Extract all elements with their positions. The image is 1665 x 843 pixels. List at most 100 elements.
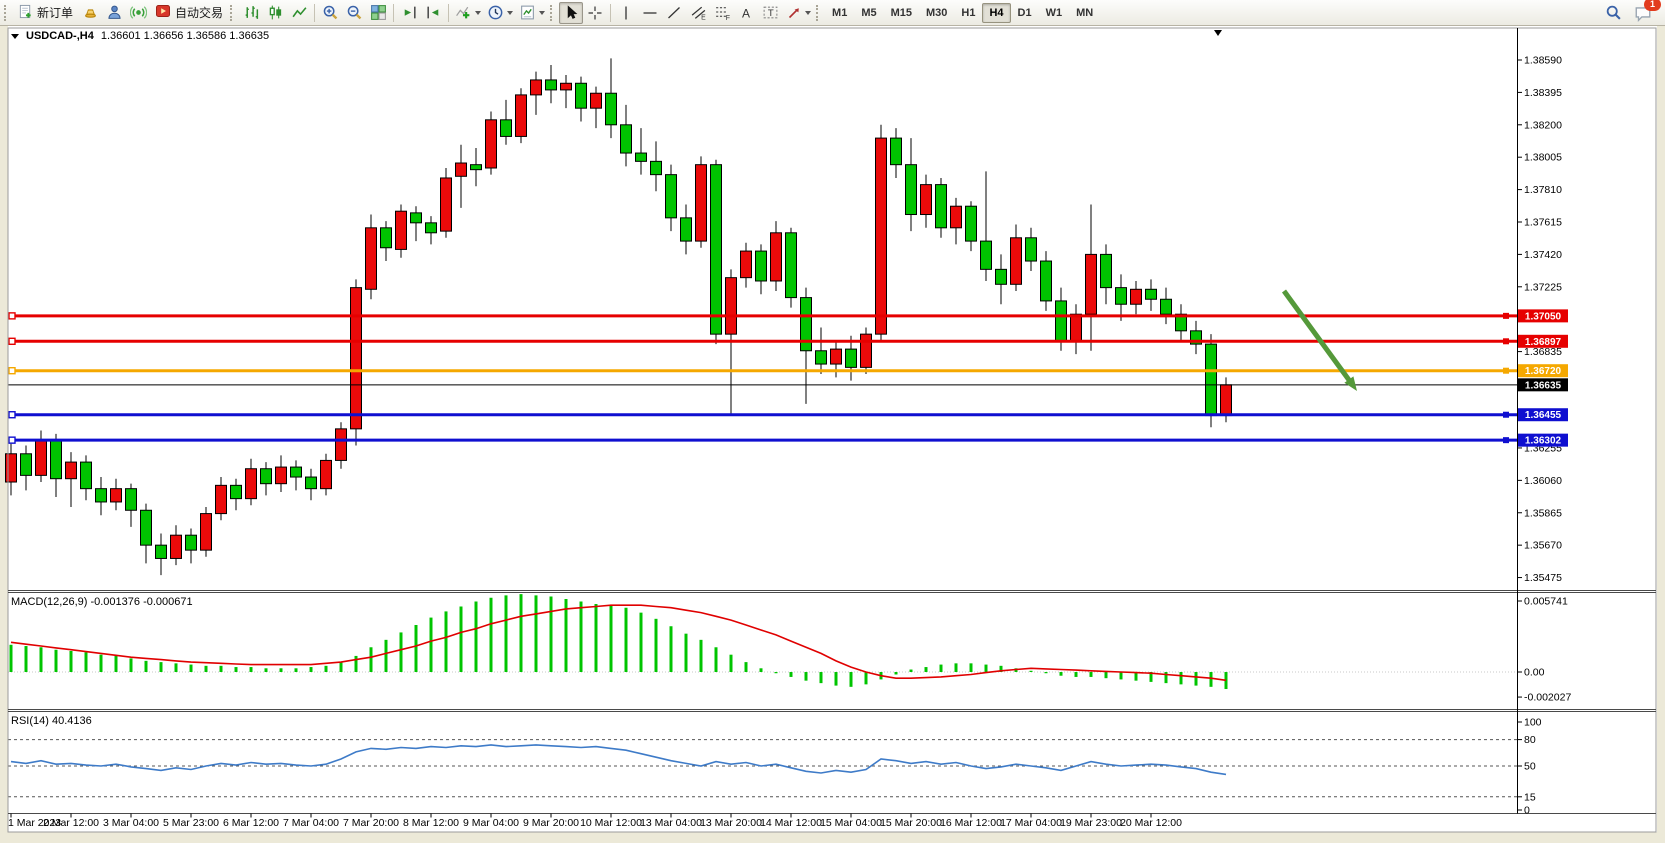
market-button[interactable] <box>78 2 102 24</box>
channel-tool-button[interactable]: E <box>686 2 710 24</box>
price-tick-label: 1.36835 <box>1524 346 1562 358</box>
price-axis-badge-value: 1.36635 <box>1525 380 1562 391</box>
timeframe-H4[interactable]: H4 <box>982 3 1010 23</box>
candle-body <box>1161 299 1172 314</box>
macd-axis-label: 0.00 <box>1524 667 1545 679</box>
zoom-in-button[interactable] <box>318 2 342 24</box>
candlestick-icon <box>267 4 284 21</box>
text-label-tool-button[interactable]: T <box>758 2 782 24</box>
vertical-line-tool-button[interactable] <box>614 2 638 24</box>
time-tick-label: 2 Mar 12:00 <box>43 817 99 829</box>
chevron-down-icon <box>475 11 481 15</box>
tile-windows-icon <box>370 4 387 21</box>
trendline-tool-button[interactable] <box>662 2 686 24</box>
horizontal-line-tool-button[interactable] <box>638 2 662 24</box>
line-chart-mode-button[interactable] <box>287 2 311 24</box>
rsi-axis-label: 100 <box>1524 717 1542 729</box>
time-tick-label: 17 Mar 04:00 <box>1000 817 1062 829</box>
svg-text:T: T <box>767 8 773 19</box>
chart-shift-button[interactable] <box>421 2 445 24</box>
candle-body <box>456 163 467 176</box>
collapse-triangle-icon[interactable] <box>11 34 19 39</box>
line-handle[interactable] <box>9 412 15 418</box>
candle-body <box>846 349 857 367</box>
toolbar-separator <box>448 4 449 22</box>
line-handle[interactable] <box>9 313 15 319</box>
time-tick-label: 15 Mar 04:00 <box>820 817 882 829</box>
text-tool-button[interactable]: A <box>734 2 758 24</box>
candle-body <box>81 462 92 489</box>
macd-axis-label: -0.002027 <box>1524 692 1571 704</box>
candle-body <box>1206 344 1217 415</box>
line-handle[interactable] <box>1503 437 1509 443</box>
timeframe-M15[interactable]: M15 <box>884 3 919 23</box>
chart-title: USDCAD-,H4 1.36601 1.36656 1.36586 1.366… <box>11 30 269 42</box>
auto-scroll-button[interactable] <box>397 2 421 24</box>
candle-body <box>786 233 797 298</box>
timeframe-M1[interactable]: M1 <box>825 3 854 23</box>
candlestick-mode-button[interactable] <box>263 2 287 24</box>
timeframe-M30[interactable]: M30 <box>919 3 954 23</box>
time-tick-label: 13 Mar 04:00 <box>640 817 702 829</box>
fibonacci-tool-button[interactable]: F <box>710 2 734 24</box>
timeframe-H1[interactable]: H1 <box>954 3 982 23</box>
tile-windows-button[interactable] <box>366 2 390 24</box>
price-tick-label: 1.38395 <box>1524 87 1562 99</box>
candle-body <box>126 489 137 511</box>
auto-trading-icon <box>155 3 171 22</box>
chart-canvas[interactable]: 1.385901.383951.382001.380051.378101.376… <box>0 26 1665 843</box>
periods-button[interactable] <box>484 2 516 24</box>
auto-scroll-icon <box>401 4 418 21</box>
line-chart-icon <box>291 4 308 21</box>
candle-body <box>411 213 422 223</box>
zoom-in-icon <box>322 4 339 21</box>
rsi-indicator-label: RSI(14) 40.4136 <box>11 715 92 727</box>
candle-body <box>1131 289 1142 304</box>
line-handle[interactable] <box>1503 412 1509 418</box>
line-handle[interactable] <box>9 338 15 344</box>
candle-body <box>1116 288 1127 305</box>
timeframe-MN[interactable]: MN <box>1069 3 1100 23</box>
line-handle[interactable] <box>1503 313 1509 319</box>
templates-button[interactable] <box>516 2 548 24</box>
cursor-tool-button[interactable] <box>559 2 583 24</box>
new-order-button[interactable]: 新订单 <box>13 4 78 22</box>
line-handle[interactable] <box>9 368 15 374</box>
price-tick-label: 1.38005 <box>1524 152 1562 164</box>
rsi-axis-label: 0 <box>1524 805 1530 817</box>
candle-body <box>186 535 197 550</box>
candle-body <box>591 93 602 108</box>
price-tick-label: 1.37810 <box>1524 184 1562 196</box>
timeframe-M5[interactable]: M5 <box>854 3 883 23</box>
profile-button[interactable] <box>102 2 126 24</box>
toolbar: 新订单 自动交易 <box>0 0 1665 26</box>
auto-trading-button[interactable]: 自动交易 <box>150 3 228 22</box>
signals-button[interactable] <box>126 2 150 24</box>
crosshair-tool-button[interactable] <box>583 2 607 24</box>
search-button[interactable] <box>1601 2 1625 24</box>
chart-window: 1.385901.383951.382001.380051.378101.376… <box>0 26 1665 843</box>
line-handle[interactable] <box>9 437 15 443</box>
candle-body <box>441 178 452 231</box>
line-handle[interactable] <box>1503 338 1509 344</box>
candle-body <box>816 351 827 364</box>
text-tool-icon: A <box>738 5 754 21</box>
candle-body <box>1146 289 1157 299</box>
notifications-button[interactable]: 1 <box>1631 2 1655 24</box>
time-tick-label: 9 Mar 20:00 <box>523 817 579 829</box>
candle-body <box>111 489 122 502</box>
candle-body <box>291 467 302 477</box>
new-order-icon <box>18 4 33 22</box>
timeframe-D1[interactable]: D1 <box>1011 3 1039 23</box>
candle-body <box>576 83 587 108</box>
indicators-button[interactable] <box>452 2 484 24</box>
candle-body <box>711 165 722 334</box>
timeframe-W1[interactable]: W1 <box>1039 3 1070 23</box>
toolbar-separator <box>393 4 394 22</box>
arrows-tool-button[interactable] <box>782 2 814 24</box>
candle-body <box>681 218 692 241</box>
zoom-out-button[interactable] <box>342 2 366 24</box>
line-handle[interactable] <box>1503 368 1509 374</box>
candle-body <box>636 153 647 161</box>
bar-chart-mode-button[interactable] <box>239 2 263 24</box>
